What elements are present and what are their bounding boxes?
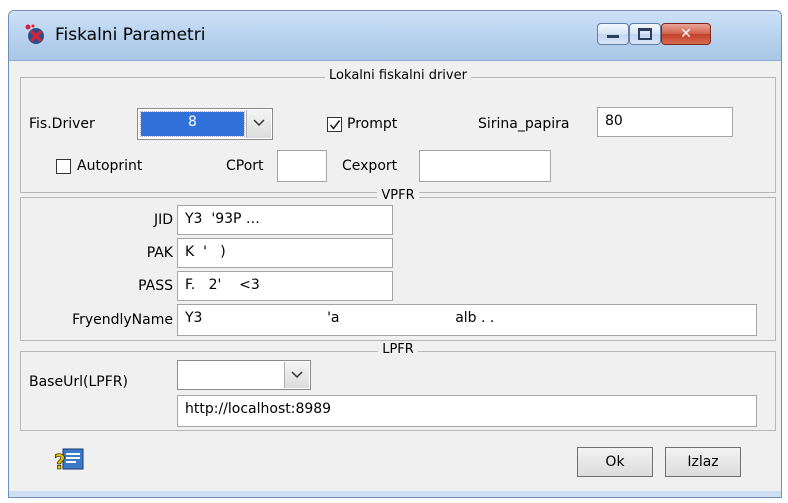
jid-input[interactable]: Y3 '93P … (177, 205, 393, 235)
prompt-checkbox[interactable] (327, 117, 342, 132)
friendly-name-label: FryendlyName (72, 312, 173, 328)
lpfr-group-title: LPFR (378, 342, 418, 357)
pak-label: PAK (146, 245, 173, 261)
maximize-button[interactable] (629, 23, 661, 45)
lokalni-group: Lokalni fiskalni driver Fis.Driver 8 Pro… (20, 68, 776, 193)
cexport-label: Cexport (342, 158, 398, 174)
pass-input[interactable]: F. 2' <3 (177, 271, 393, 301)
fis-driver-label: Fis.Driver (29, 116, 95, 132)
vpfr-group: VPFR JID Y3 '93P … PAK K ' ) PASS F. 2' … (20, 188, 776, 341)
cport-input[interactable] (277, 150, 327, 182)
maximize-icon (638, 28, 652, 40)
fis-driver-dropdown-button[interactable] (246, 110, 271, 138)
help-icon: ? (54, 448, 84, 474)
base-url-dropdown-button[interactable] (284, 362, 309, 388)
sirina-papira-label: Sirina_papira (478, 116, 570, 132)
help-button[interactable]: ? (53, 447, 93, 477)
close-button[interactable]: ✕ (661, 23, 711, 45)
lpfr-group: LPFR BaseUrl(LPFR) http://localhost:8989 (20, 342, 776, 431)
prompt-label: Prompt (347, 116, 398, 132)
fis-driver-value: 8 (140, 111, 245, 137)
izlaz-button[interactable]: Izlaz (665, 447, 741, 477)
friendly-name-input[interactable]: Y3 'a alb . . (177, 304, 757, 336)
checkmark-icon (329, 120, 341, 130)
pass-label: PASS (138, 278, 173, 294)
vpfr-group-title: VPFR (377, 188, 419, 203)
close-icon: ✕ (680, 26, 692, 42)
chevron-down-icon (253, 119, 265, 127)
pak-input[interactable]: K ' ) (177, 238, 393, 268)
window-bottom-edge (9, 491, 781, 497)
ok-button[interactable]: Ok (577, 447, 653, 477)
app-icon (23, 23, 49, 47)
base-url-label: BaseUrl(LPFR) (29, 374, 128, 390)
autoprint-label: Autoprint (77, 158, 143, 174)
autoprint-checkbox[interactable] (56, 159, 71, 174)
jid-label: JID (153, 212, 173, 228)
dialog-window: Fiskalni Parametri ✕ Lokalni fiskalni dr… (8, 10, 782, 498)
cport-label: CPort (226, 158, 264, 174)
minimize-icon (607, 35, 619, 38)
lokalni-group-title: Lokalni fiskalni driver (325, 68, 471, 83)
sirina-papira-input[interactable]: 80 (597, 107, 733, 137)
base-url-input[interactable]: http://localhost:8989 (177, 395, 757, 427)
chevron-down-icon (291, 371, 303, 379)
fis-driver-select[interactable]: 8 (137, 108, 273, 140)
cexport-input[interactable] (419, 150, 551, 182)
window-title: Fiskalni Parametri (55, 25, 206, 45)
title-bar[interactable]: Fiskalni Parametri ✕ (9, 11, 781, 61)
svg-text:?: ? (54, 450, 66, 473)
base-url-select[interactable] (177, 360, 311, 390)
minimize-button[interactable] (597, 23, 629, 45)
